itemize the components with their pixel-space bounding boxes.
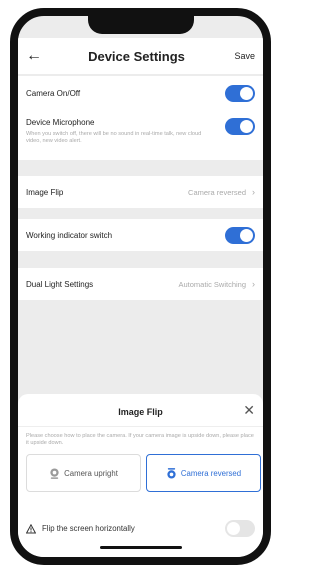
microphone-toggle[interactable] (225, 118, 255, 135)
app-header: ← Device Settings Save (18, 38, 263, 74)
phone-notch (87, 16, 194, 34)
microphone-description: When you switch off, there will be no so… (26, 131, 202, 144)
dual-light-value: Automatic Switching (178, 279, 246, 289)
image-flip-value: Camera reversed (188, 187, 246, 197)
indicator-toggle-row: Working indicator switch (18, 219, 263, 251)
microphone-toggle-row: Device Microphone When you switch off, t… (18, 110, 263, 160)
page-title: Device Settings (88, 48, 185, 64)
image-flip-sheet: Image Flip ✕ Please choose how to place … (18, 394, 263, 557)
flip-horizontal-row: Flip the screen horizontally (26, 520, 255, 537)
dual-light-row[interactable]: Dual Light Settings Automatic Switching … (18, 268, 263, 300)
image-flip-label: Image Flip (26, 187, 64, 197)
sheet-description: Please choose how to place the camera. I… (26, 433, 254, 446)
back-arrow-icon[interactable]: ← (26, 48, 46, 64)
sheet-divider (18, 426, 263, 427)
camera-reversed-icon (167, 467, 176, 479)
camera-upright-option[interactable]: Camera upright (26, 454, 141, 492)
camera-reversed-option[interactable]: Camera reversed (146, 454, 261, 492)
camera-toggle-label: Camera On/Off (26, 88, 81, 98)
image-flip-row[interactable]: Image Flip Camera reversed › (18, 176, 263, 208)
close-icon[interactable]: ✕ (243, 403, 255, 417)
chevron-right-icon: › (252, 279, 255, 289)
camera-toggle[interactable] (225, 84, 255, 102)
sheet-title: Image Flip (118, 407, 163, 417)
flip-horizontal-toggle[interactable] (225, 520, 255, 537)
camera-upright-icon (50, 467, 59, 479)
camera-toggle-row: Camera On/Off (18, 76, 263, 110)
camera-reversed-label: Camera reversed (180, 468, 242, 478)
dual-light-label: Dual Light Settings (26, 279, 94, 289)
chevron-right-icon: › (252, 187, 255, 197)
indicator-toggle-label: Working indicator switch (26, 230, 113, 240)
camera-upright-label: Camera upright (64, 468, 118, 478)
phone-frame: ← Device Settings Save Camera On/Off Dev… (10, 8, 271, 565)
home-indicator (99, 546, 182, 549)
warning-icon (26, 523, 36, 533)
flip-horizontal-label: Flip the screen horizontally (42, 524, 135, 533)
screen: ← Device Settings Save Camera On/Off Dev… (18, 16, 263, 557)
indicator-toggle[interactable] (225, 226, 255, 244)
save-button[interactable]: Save (227, 51, 255, 61)
microphone-toggle-label: Device Microphone (26, 118, 95, 127)
